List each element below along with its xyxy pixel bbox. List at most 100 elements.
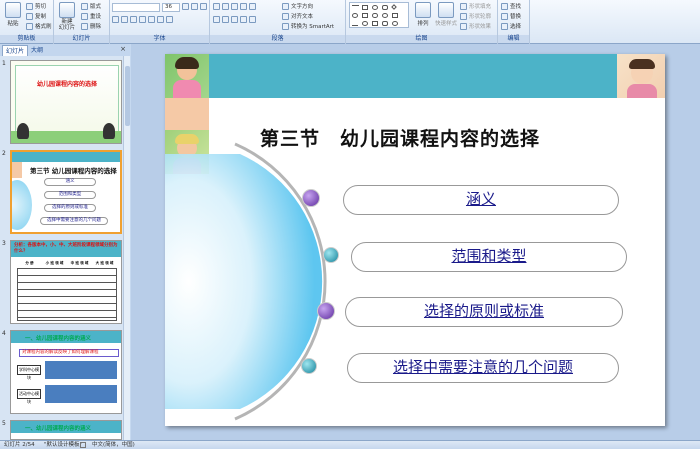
replace-button[interactable]: 替换 bbox=[501, 12, 521, 20]
drawing-group-label: 绘图 bbox=[346, 35, 497, 43]
theme-name: "默认设计模板" bbox=[44, 442, 83, 448]
font-color-icon bbox=[166, 16, 173, 23]
numbering-icon bbox=[222, 3, 229, 10]
align-text-button[interactable]: 对齐文本 bbox=[282, 12, 313, 20]
font-group-label: 字体 bbox=[110, 35, 209, 43]
baby-photo bbox=[617, 54, 665, 98]
tab-slides[interactable]: 幻灯片 bbox=[2, 45, 29, 56]
panel-scrollbar[interactable] bbox=[123, 56, 130, 440]
copy-button[interactable]: 复制 bbox=[26, 12, 46, 20]
delete-icon bbox=[81, 22, 88, 30]
shape-effects-button[interactable]: 形状效果 bbox=[460, 22, 491, 30]
clear-format-icon bbox=[200, 3, 207, 10]
new-slide-icon bbox=[59, 2, 75, 18]
status-bar: 幻灯片 2/54 "默认设计模板" 中文(简体，中国) bbox=[0, 440, 700, 449]
clipboard-group-label: 剪贴板 bbox=[0, 35, 53, 43]
arrange-button[interactable]: 排列 bbox=[412, 2, 434, 27]
slide-count: 幻灯片 2/54 bbox=[4, 442, 35, 448]
decorative-arc bbox=[165, 142, 327, 421]
align-right-icon bbox=[231, 16, 238, 23]
paste-button[interactable]: 粘贴 bbox=[2, 2, 24, 27]
binoculars-icon bbox=[501, 2, 508, 10]
paragraph-group-label: 段落 bbox=[210, 35, 345, 43]
slides-group: 新建 幻灯片 版式 重设 删除 幻灯片 bbox=[54, 0, 110, 44]
fill-icon bbox=[460, 2, 467, 10]
spellcheck-icon[interactable] bbox=[80, 442, 86, 448]
drawing-group: 排列 快速样式 形状填充 形状轮廓 形状效果 绘图 bbox=[346, 0, 498, 44]
bullet-teal-icon bbox=[301, 358, 317, 374]
editing-group: 查找 替换 选择 编辑 bbox=[498, 0, 530, 44]
close-icon[interactable]: × bbox=[120, 45, 126, 53]
outline-icon bbox=[460, 12, 467, 20]
font-size-combo[interactable]: 36 bbox=[162, 3, 180, 12]
scissors-icon bbox=[26, 2, 33, 10]
child-photo-1 bbox=[165, 54, 209, 98]
item-issues-link[interactable]: 选择中需要注意的几个问题 bbox=[347, 353, 619, 383]
align-left-icon bbox=[213, 16, 220, 23]
align-buttons[interactable] bbox=[213, 16, 256, 23]
justify-icon bbox=[240, 16, 247, 23]
effects-icon bbox=[460, 22, 467, 30]
font-style-buttons[interactable] bbox=[112, 16, 173, 23]
bullets-icon bbox=[213, 3, 220, 10]
smartart-button[interactable]: 转换为 SmartArt bbox=[282, 22, 334, 30]
slides-group-label: 幻灯片 bbox=[54, 35, 109, 43]
arrange-icon bbox=[415, 2, 431, 18]
format-painter-button[interactable]: 格式刷 bbox=[26, 22, 52, 30]
ribbon: 粘贴 剪切 复制 格式刷 剪贴板 新建 幻灯片 版式 重设 删除 幻灯片 36 bbox=[0, 0, 700, 44]
item-scope-link[interactable]: 范围和类型 bbox=[351, 242, 627, 272]
slide-title[interactable]: 第三节 幼儿园课程内容的选择 bbox=[260, 124, 660, 151]
item-meaning-link[interactable]: 涵义 bbox=[343, 185, 619, 215]
slide-thumbnail-panel: 幻灯片 大纲 × 1 幼儿园课程内容的选择 2 第三节 幼儿园课程内容的选择 涵… bbox=[0, 44, 130, 440]
paragraph-group: 文字方向 对齐文本 转换为 SmartArt 段落 bbox=[210, 0, 346, 44]
shadow-icon bbox=[148, 16, 155, 23]
strikethrough-icon bbox=[139, 16, 146, 23]
text-direction-button[interactable]: 文字方向 bbox=[282, 2, 313, 10]
cut-button[interactable]: 剪切 bbox=[26, 2, 46, 10]
powerpoint-window: 粘贴 剪切 复制 格式刷 剪贴板 新建 幻灯片 版式 重设 删除 幻灯片 36 bbox=[0, 0, 700, 449]
bullet-purple-icon bbox=[317, 302, 335, 320]
quick-styles-button[interactable]: 快速样式 bbox=[434, 2, 458, 27]
bullet-teal-icon bbox=[323, 247, 339, 263]
columns-icon bbox=[249, 16, 256, 23]
panda-icon bbox=[103, 123, 115, 139]
spacing-icon bbox=[157, 16, 164, 23]
cursor-icon bbox=[501, 22, 508, 30]
bold-icon bbox=[112, 16, 119, 23]
layout-icon bbox=[81, 2, 88, 10]
layout-button[interactable]: 版式 bbox=[81, 2, 101, 10]
reset-button[interactable]: 重设 bbox=[81, 12, 101, 20]
shape-fill-button[interactable]: 形状填充 bbox=[460, 2, 491, 10]
brush-icon bbox=[26, 22, 33, 30]
list-buttons[interactable] bbox=[213, 3, 256, 10]
current-slide[interactable]: 第三节 幼儿园课程内容的选择 涵义 范围和类型 选择的原则或标准 选择中需要注意… bbox=[165, 54, 665, 426]
replace-icon bbox=[501, 12, 508, 20]
font-name-combo[interactable] bbox=[112, 3, 160, 12]
find-button[interactable]: 查找 bbox=[501, 2, 521, 10]
quick-styles-icon bbox=[438, 2, 454, 18]
tab-outline[interactable]: 大纲 bbox=[28, 45, 46, 56]
line-spacing-icon bbox=[249, 3, 256, 10]
select-button[interactable]: 选择 bbox=[501, 22, 521, 30]
underline-icon bbox=[130, 16, 137, 23]
text-direction-icon bbox=[282, 2, 289, 10]
slide-editing-area: 第三节 幼儿园课程内容的选择 涵义 范围和类型 选择的原则或标准 选择中需要注意… bbox=[131, 44, 700, 440]
copy-icon bbox=[26, 12, 33, 20]
font-group: 36 字体 bbox=[110, 0, 210, 44]
item-principles-link[interactable]: 选择的原则或标准 bbox=[345, 297, 623, 327]
language-indicator: 中文(简体，中国) bbox=[92, 442, 135, 448]
delete-slide-button[interactable]: 删除 bbox=[81, 22, 101, 30]
reset-icon bbox=[81, 12, 88, 20]
clipboard-group: 粘贴 剪切 复制 格式刷 剪贴板 bbox=[0, 0, 54, 44]
panda-icon bbox=[17, 123, 29, 139]
editing-group-label: 编辑 bbox=[498, 35, 529, 43]
indent-increase-icon bbox=[240, 3, 247, 10]
shape-outline-button[interactable]: 形状轮廓 bbox=[460, 12, 491, 20]
shapes-gallery[interactable] bbox=[349, 2, 409, 28]
grow-font-button[interactable] bbox=[182, 3, 207, 10]
smartart-icon bbox=[282, 22, 289, 30]
new-slide-button[interactable]: 新建 幻灯片 bbox=[56, 2, 78, 31]
align-text-icon bbox=[282, 12, 289, 20]
shrink-font-icon bbox=[191, 3, 198, 10]
grow-font-icon bbox=[182, 3, 189, 10]
